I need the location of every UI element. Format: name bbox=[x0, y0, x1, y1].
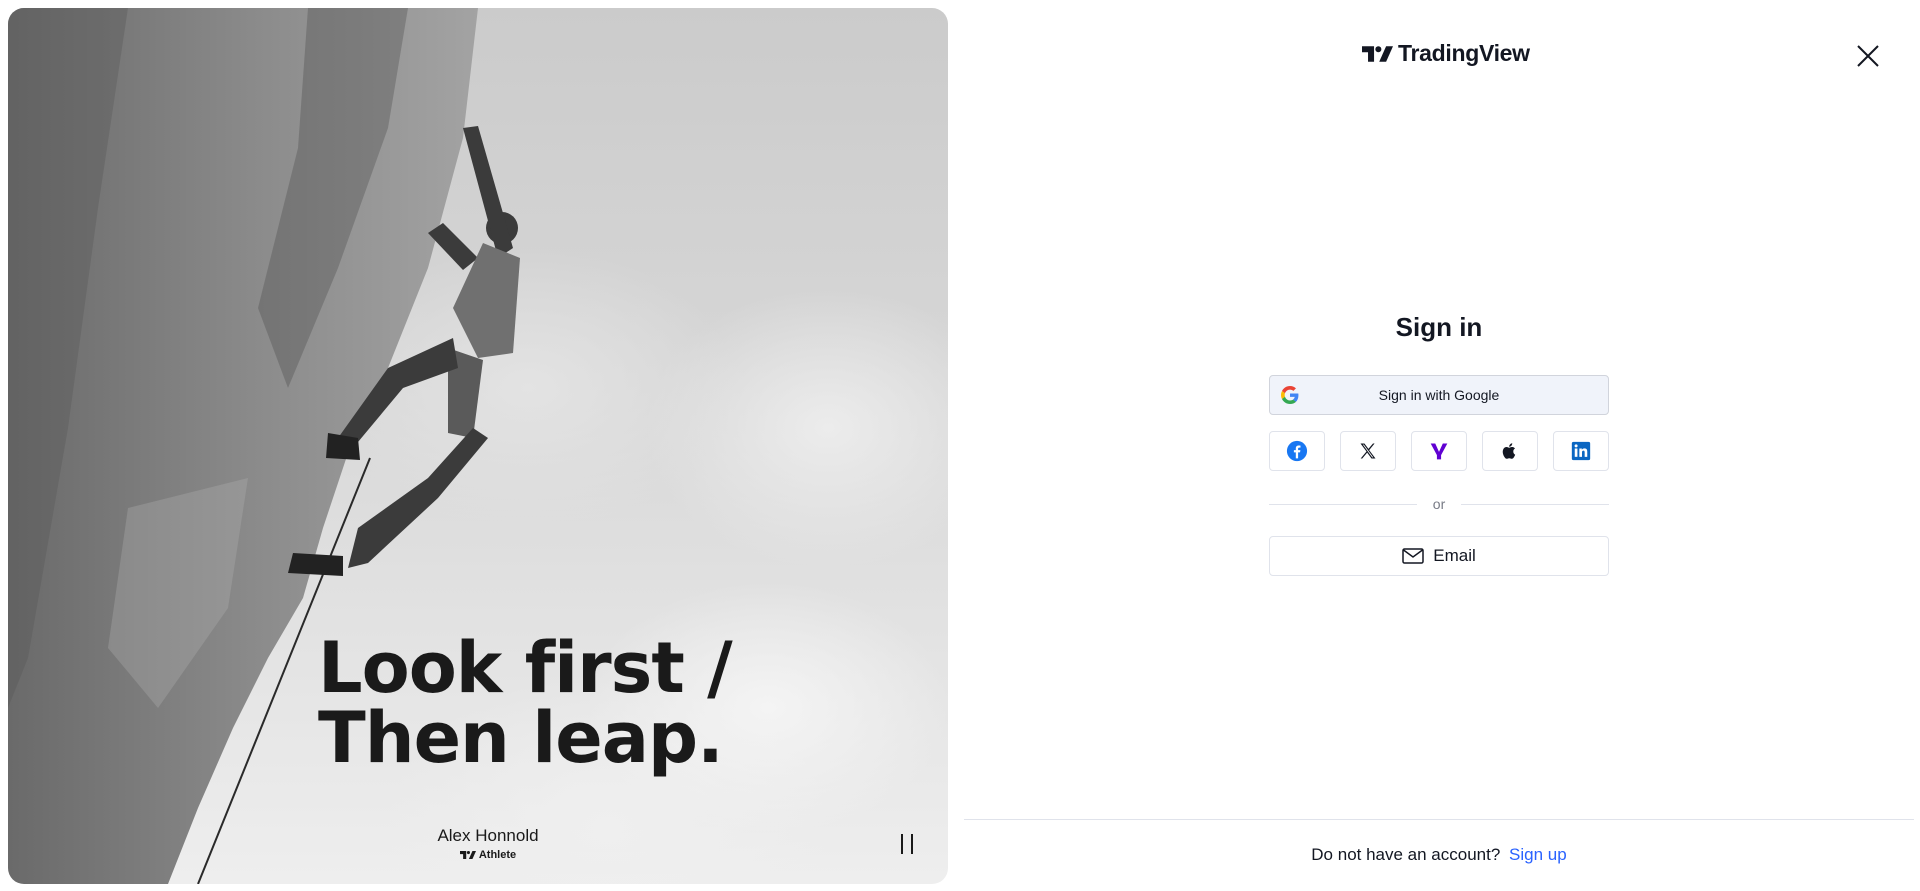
yahoo-icon bbox=[1430, 443, 1448, 460]
apple-icon bbox=[1502, 443, 1516, 459]
email-signin-label: Email bbox=[1433, 546, 1476, 565]
envelope-icon bbox=[1402, 548, 1424, 564]
divider-text: or bbox=[1432, 496, 1446, 512]
signup-link[interactable]: Sign up bbox=[1509, 845, 1567, 864]
hero-panel: Look first / Then leap. Alex Honnold Ath… bbox=[8, 8, 948, 884]
or-divider: or bbox=[1269, 494, 1610, 514]
athlete-name: Alex Honnold bbox=[437, 826, 539, 845]
footer-divider bbox=[964, 819, 1914, 820]
google-signin-label: Sign in with Google bbox=[1378, 387, 1500, 403]
x-signin-button[interactable] bbox=[1340, 431, 1396, 471]
brand-name: TradingView bbox=[1398, 40, 1530, 66]
athlete-role-label: Athlete bbox=[478, 849, 517, 861]
linkedin-signin-button[interactable] bbox=[1553, 431, 1609, 471]
athlete-role: Athlete bbox=[408, 849, 568, 861]
brand-logo[interactable]: TradingView bbox=[1362, 40, 1530, 67]
tradingview-logo-icon bbox=[1362, 45, 1393, 62]
social-signin-row bbox=[1269, 431, 1609, 471]
facebook-icon bbox=[1286, 440, 1308, 462]
x-icon bbox=[1360, 443, 1376, 459]
slogan-line-2: Then leap. bbox=[318, 697, 724, 779]
divider-line-right bbox=[1461, 503, 1610, 505]
yahoo-signin-button[interactable] bbox=[1411, 431, 1467, 471]
close-button[interactable] bbox=[1856, 44, 1880, 68]
divider-line-left bbox=[1269, 503, 1417, 505]
signup-prompt-text: Do not have an account? bbox=[1311, 845, 1501, 864]
close-icon bbox=[1857, 45, 1879, 67]
athlete-credit: Alex Honnold Athlete bbox=[408, 826, 568, 861]
signup-prompt: Do not have an account? Sign up bbox=[964, 845, 1914, 865]
facebook-signin-button[interactable] bbox=[1269, 431, 1325, 471]
tradingview-mini-logo-icon bbox=[459, 851, 476, 859]
pause-icon bbox=[901, 834, 903, 854]
apple-signin-button[interactable] bbox=[1482, 431, 1538, 471]
pause-button[interactable] bbox=[895, 830, 919, 858]
slogan-line-1: Look first / bbox=[318, 627, 733, 709]
google-signin-button[interactable]: Sign in with Google bbox=[1269, 375, 1609, 415]
email-signin-button[interactable]: Email bbox=[1269, 536, 1609, 576]
hero-slogan: Look first / Then leap. bbox=[318, 627, 733, 779]
linkedin-icon bbox=[1571, 441, 1591, 461]
signin-title: Sign in bbox=[1395, 312, 1483, 342]
